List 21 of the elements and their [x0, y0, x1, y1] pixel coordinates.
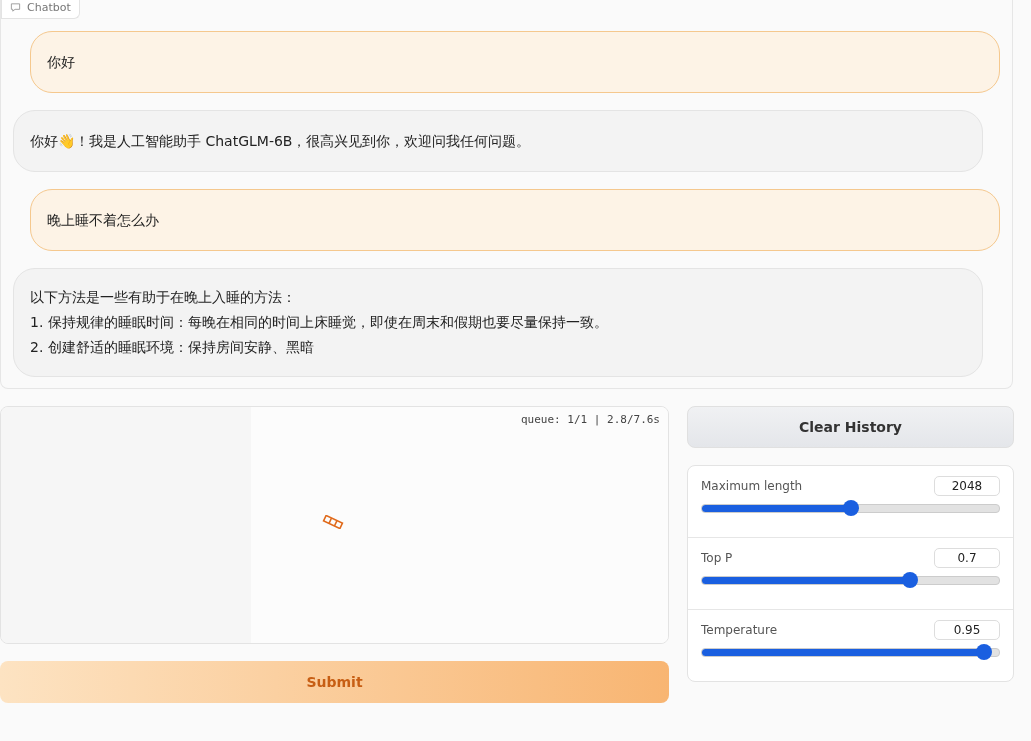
queue-status: queue: 1/1 | 2.8/7.6s — [520, 413, 660, 426]
message-line: 2. 创建舒适的睡眠环境：保持房间安静、黑暗 — [30, 338, 315, 357]
clear-history-button[interactable]: Clear History — [687, 406, 1014, 448]
message-line: 晚上睡不着怎么办 — [47, 210, 160, 230]
chatbot-label-text: Chatbot — [27, 0, 71, 14]
slider-thumb[interactable] — [842, 500, 859, 516]
loading-icon — [321, 515, 345, 529]
value-field[interactable]: 0.95 — [934, 620, 1000, 640]
slider-label: Temperature — [701, 623, 777, 637]
input-field[interactable]: queue: 1/1 | 2.8/7.6s — [0, 406, 669, 644]
slider-label: Top P — [701, 551, 733, 565]
slider-thumb[interactable] — [976, 644, 993, 660]
message-line: 你好👋！我是人工智能助手 ChatGLM-6B，很高兴见到你，欢迎问我任何问题。 — [30, 131, 532, 151]
slider-thumb[interactable] — [901, 572, 918, 588]
value-field[interactable]: 0.7 — [934, 548, 1000, 568]
message-line: 1. 保持规律的睡眠时间：每晚在相同的时间上床睡觉，即使在周末和假期也要尽量保持一致。 — [30, 313, 609, 332]
value-field[interactable]: 2048 — [934, 476, 1000, 496]
slider-label: Maximum length — [701, 479, 803, 493]
message-line: 以下方法是一些有助于在晚上入睡的方法： — [30, 288, 297, 307]
chat-icon — [10, 1, 21, 13]
message-line: 你好 — [47, 52, 76, 72]
